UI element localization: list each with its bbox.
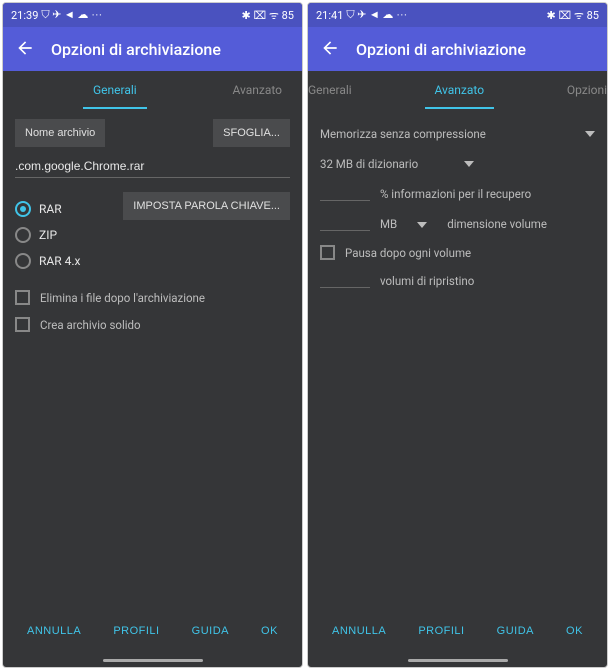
tab-generali[interactable]: Generali: [308, 71, 372, 109]
profiles-button[interactable]: PROFILI: [418, 625, 464, 637]
volume-size-label: dimensione volume: [447, 217, 547, 231]
bottom-bar: ANNULLA PROFILI GUIDA OK: [308, 609, 607, 653]
status-time: 21:39: [11, 9, 38, 22]
archive-name-button[interactable]: Nome archivio: [15, 119, 105, 147]
help-button[interactable]: GUIDA: [497, 625, 534, 637]
dropdown-label: Memorizza senza compressione: [320, 127, 486, 141]
nav-bar: [3, 653, 302, 667]
status-time: 21:41: [316, 9, 343, 22]
format-zip[interactable]: ZIP: [15, 222, 80, 248]
bottom-bar: ANNULLA PROFILI GUIDA OK: [3, 609, 302, 653]
checkbox-icon: [320, 245, 335, 260]
tab-avanzato[interactable]: Avanzato: [212, 71, 302, 109]
dropdown-label: 32 MB di dizionario: [320, 157, 418, 171]
checkbox-label: Pausa dopo ogni volume: [345, 246, 471, 260]
app-bar: Opzioni di archiviazione: [3, 27, 302, 71]
chevron-down-icon: [585, 131, 595, 137]
set-password-button[interactable]: IMPOSTA PAROLA CHIAVE...: [123, 192, 290, 220]
cancel-button[interactable]: ANNULLA: [27, 625, 81, 637]
tab-generali[interactable]: Generali: [73, 71, 157, 109]
solid-archive-checkbox[interactable]: Crea archivio solido: [15, 311, 290, 338]
status-icons-right: ✱ ⌧ ᯤ 85: [242, 8, 295, 23]
tab-bar: Generali Avanzato Opzioni: [308, 71, 607, 109]
status-icons-left: ⛉ ✈ ◄ ☁ ⋯: [41, 8, 102, 22]
cancel-button[interactable]: ANNULLA: [332, 625, 386, 637]
tab-opzioni[interactable]: Opzioni: [547, 71, 607, 109]
radio-icon: [15, 227, 31, 243]
checkbox-icon: [15, 317, 30, 332]
chevron-down-icon: [464, 161, 474, 167]
ok-button[interactable]: OK: [566, 625, 583, 637]
recovery-volumes-input[interactable]: [320, 274, 370, 288]
volume-size-input[interactable]: [320, 217, 370, 231]
delete-after-checkbox[interactable]: Elimina i file dopo l'archiviazione: [15, 284, 290, 311]
radio-icon: [15, 201, 31, 217]
radio-label: ZIP: [39, 228, 57, 242]
recovery-percent-label: % informazioni per il recupero: [380, 187, 531, 201]
recovery-volumes-label: volumi di ripristino: [380, 274, 474, 288]
nav-bar: [308, 653, 607, 667]
format-rar[interactable]: RAR: [15, 196, 80, 222]
page-title: Opzioni di archiviazione: [356, 40, 526, 59]
tab-avanzato[interactable]: Avanzato: [415, 71, 505, 109]
radio-label: RAR: [39, 202, 62, 216]
app-bar: Opzioni di archiviazione: [308, 27, 607, 71]
format-rar4[interactable]: RAR 4.x: [15, 248, 80, 274]
dictionary-size-dropdown[interactable]: 32 MB di dizionario: [320, 149, 595, 179]
content-general: Nome archivio SFOGLIA... RAR ZIP RAR 4.x: [3, 109, 302, 609]
radio-icon: [15, 253, 31, 269]
status-icons-left: ⛉ ✈ ◄ ☁ ⋯: [346, 8, 407, 22]
profiles-button[interactable]: PROFILI: [113, 625, 159, 637]
checkbox-icon: [15, 290, 30, 305]
back-icon[interactable]: [15, 38, 35, 61]
chevron-down-icon[interactable]: [417, 222, 427, 228]
status-icons-right: ✱ ⌧ ᯤ 85: [547, 8, 600, 23]
help-button[interactable]: GUIDA: [192, 625, 229, 637]
page-title: Opzioni di archiviazione: [51, 40, 221, 59]
status-bar: 21:39 ⛉ ✈ ◄ ☁ ⋯ ✱ ⌧ ᯤ 85: [3, 3, 302, 27]
nav-pill-icon[interactable]: [103, 659, 203, 662]
store-no-compression-dropdown[interactable]: Memorizza senza compressione: [320, 119, 595, 149]
nav-pill-icon[interactable]: [408, 659, 508, 662]
checkbox-label: Crea archivio solido: [40, 318, 141, 332]
status-bar: 21:41 ⛉ ✈ ◄ ☁ ⋯ ✱ ⌧ ᯤ 85: [308, 3, 607, 27]
content-advanced: Memorizza senza compressione 32 MB di di…: [308, 109, 607, 609]
pause-after-volume-checkbox[interactable]: Pausa dopo ogni volume: [320, 239, 595, 266]
screen-general: 21:39 ⛉ ✈ ◄ ☁ ⋯ ✱ ⌧ ᯤ 85 Opzioni di arch…: [2, 2, 303, 668]
ok-button[interactable]: OK: [261, 625, 278, 637]
back-icon[interactable]: [320, 38, 340, 61]
radio-label: RAR 4.x: [39, 254, 80, 268]
tab-bar: Generali Avanzato: [3, 71, 302, 109]
recovery-percent-input[interactable]: [320, 187, 370, 201]
filename-input[interactable]: [15, 155, 290, 178]
checkbox-label: Elimina i file dopo l'archiviazione: [40, 291, 205, 305]
screen-advanced: 21:41 ⛉ ✈ ◄ ☁ ⋯ ✱ ⌧ ᯤ 85 Opzioni di arch…: [307, 2, 608, 668]
browse-button[interactable]: SFOGLIA...: [213, 119, 290, 147]
mb-label: MB: [380, 217, 397, 231]
